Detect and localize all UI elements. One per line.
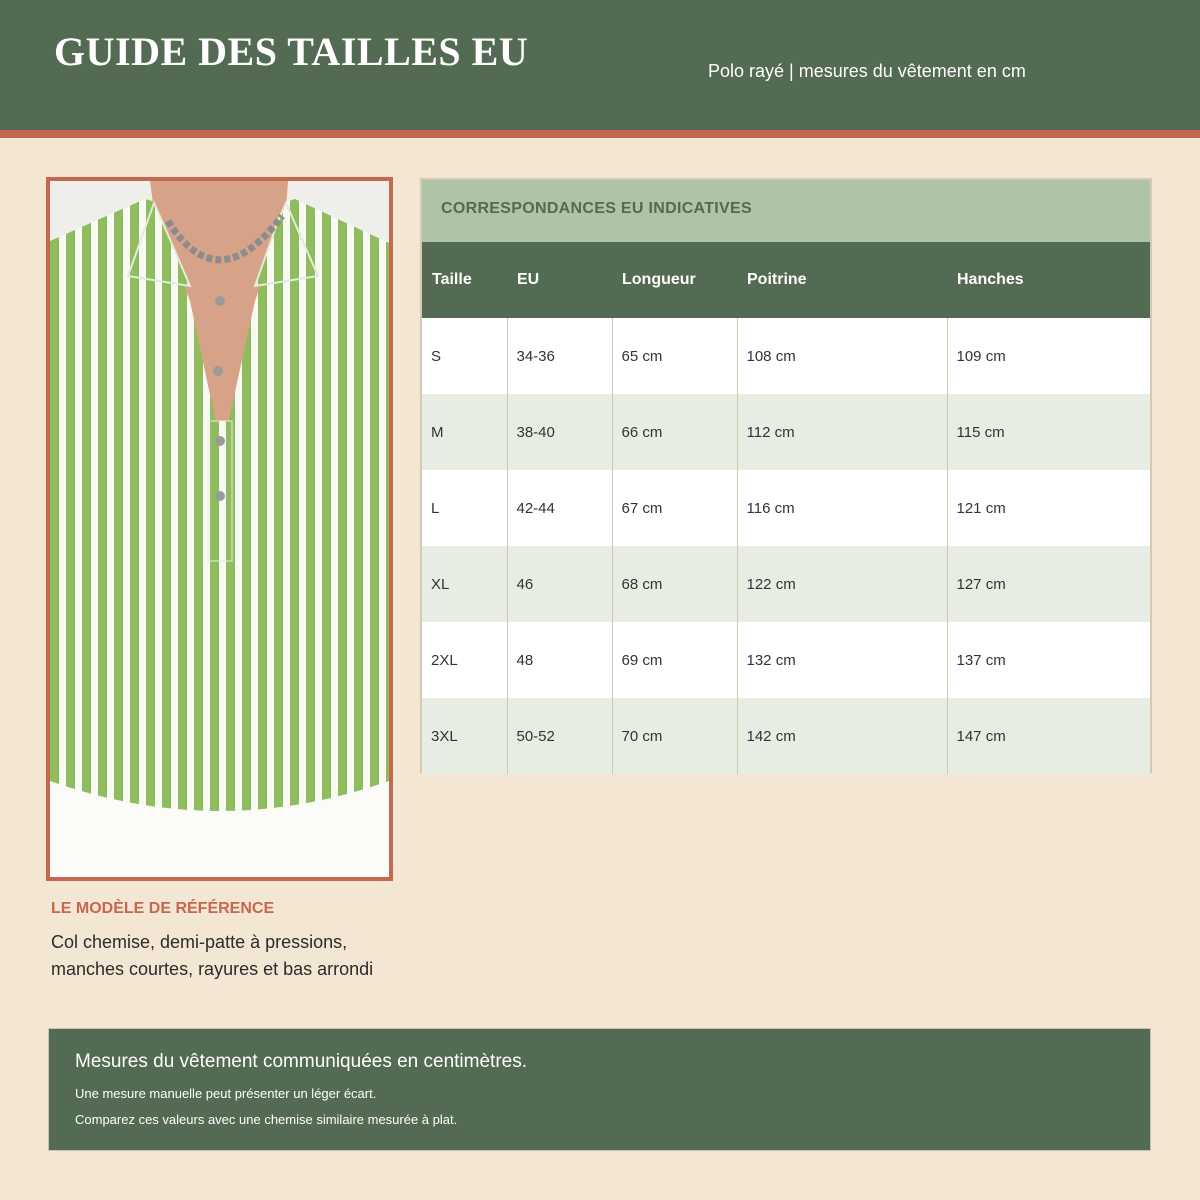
column-header: Longueur bbox=[622, 271, 696, 288]
footer-main-note: Mesures du vêtement communiquées en cent… bbox=[75, 1051, 527, 1072]
column-header: EU bbox=[517, 271, 540, 288]
table-cell: 38-40 bbox=[507, 394, 613, 470]
table-cell: 142 cm bbox=[737, 698, 948, 774]
reference-title: LE MODÈLE DE RÉFÉRENCE bbox=[51, 900, 275, 917]
column-header: Taille bbox=[432, 271, 472, 288]
measurement-notes: Mesures du vêtement communiquées en cent… bbox=[48, 1028, 1151, 1151]
reference-description: Col chemise, demi-patte à pressions, man… bbox=[51, 932, 374, 979]
table-cell: L bbox=[422, 470, 508, 546]
column-header: Hanches bbox=[957, 271, 1024, 288]
page-header: GUIDE DES TAILLES EU Polo rayé | mesures… bbox=[0, 0, 1200, 138]
table-cell: 69 cm bbox=[612, 622, 738, 698]
page-subtitle: Polo rayé | mesures du vêtement en cm bbox=[708, 61, 1026, 81]
table-cell: 116 cm bbox=[737, 470, 948, 546]
table-cell: 109 cm bbox=[956, 347, 1006, 365]
table-cell: M bbox=[422, 394, 508, 470]
table-cell: 132 cm bbox=[737, 622, 948, 698]
table-cell: 65 cm bbox=[612, 318, 738, 394]
table-cell: 2XL bbox=[422, 622, 508, 698]
table-cell: S bbox=[422, 318, 508, 394]
table-header-row: Taille EU Longueur Poitrine Hanches bbox=[422, 242, 1150, 318]
size-table: Taille EU Longueur Poitrine Hanches S 34… bbox=[422, 242, 1150, 774]
table-cell: 68 cm bbox=[612, 546, 738, 622]
striped-polo-illustration bbox=[50, 181, 389, 877]
table-cell: 34-36 bbox=[507, 318, 613, 394]
table-cell: 48 bbox=[507, 622, 613, 698]
table-row: XL 46 68 cm 122 cm 127 cm bbox=[422, 546, 1150, 622]
table-cell: 121 cm bbox=[956, 499, 1006, 517]
footer-note: Une mesure manuelle peut présenter un lé… bbox=[75, 1086, 377, 1101]
table-cell: XL bbox=[422, 546, 508, 622]
table-cell: 115 cm bbox=[956, 423, 1005, 441]
table-caption: CORRESPONDANCES EU INDICATIVES bbox=[422, 180, 1150, 242]
table-cell: 42-44 bbox=[507, 470, 613, 546]
table-cell: 50-52 bbox=[507, 698, 613, 774]
table-cell: 67 cm bbox=[612, 470, 738, 546]
size-table-card: CORRESPONDANCES EU INDICATIVES Taille EU… bbox=[420, 178, 1152, 774]
table-cell: 147 cm bbox=[956, 727, 1006, 745]
table-cell: 46 bbox=[507, 546, 613, 622]
table-row: M 38-40 66 cm 112 cm 115 cm bbox=[422, 394, 1150, 470]
page-title: GUIDE DES TAILLES EU bbox=[54, 29, 529, 74]
table-cell: 3XL bbox=[422, 698, 508, 774]
table-row: 2XL 48 69 cm 132 cm 137 cm bbox=[422, 622, 1150, 698]
table-cell: 66 cm bbox=[612, 394, 738, 470]
table-cell: 122 cm bbox=[737, 546, 948, 622]
table-row: 3XL 50-52 70 cm 142 cm 147 cm bbox=[422, 698, 1150, 774]
column-header: Poitrine bbox=[747, 271, 807, 288]
table-cell: 112 cm bbox=[737, 394, 948, 470]
table-cell: 127 cm bbox=[956, 575, 1006, 593]
footer-note: Comparez ces valeurs avec une chemise si… bbox=[75, 1112, 458, 1127]
table-row: L 42-44 67 cm 116 cm 121 cm bbox=[422, 470, 1150, 546]
product-photo bbox=[46, 177, 393, 881]
table-cell: 70 cm bbox=[612, 698, 738, 774]
table-cell: 137 cm bbox=[956, 651, 1006, 669]
table-cell: 108 cm bbox=[737, 318, 948, 394]
table-row: S 34-36 65 cm 108 cm 109 cm bbox=[422, 318, 1150, 394]
